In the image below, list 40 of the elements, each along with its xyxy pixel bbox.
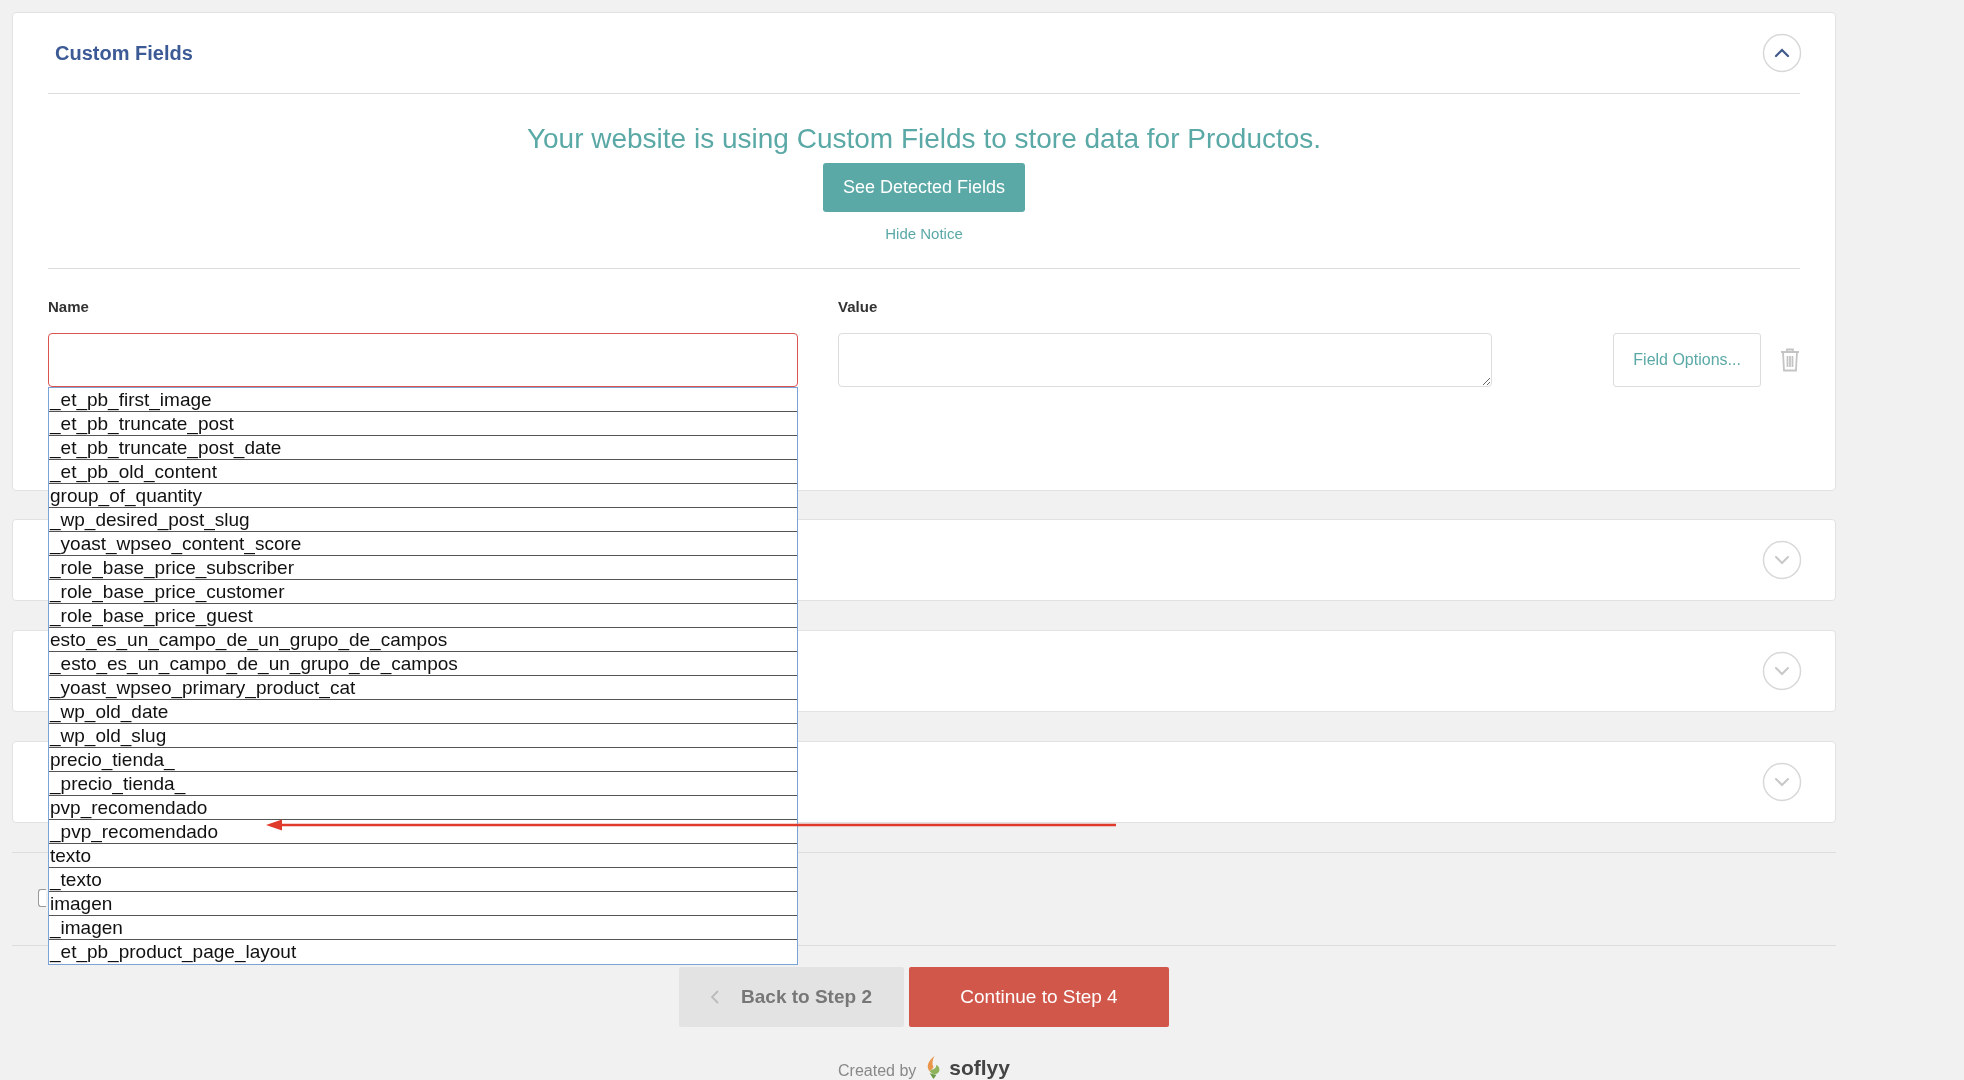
suggestion-item[interactable]: _esto_es_un_campo_de_un_grupo_de_campos: [50, 653, 458, 674]
chevron-down-icon[interactable]: [1762, 540, 1802, 580]
chevron-up-icon[interactable]: [1762, 33, 1802, 73]
chevron-down-icon[interactable]: [1762, 762, 1802, 802]
suggestion-item[interactable]: precio_tienda_: [50, 749, 175, 770]
value-label: Value: [838, 297, 879, 317]
suggestion-item[interactable]: _et_pb_product_page_layout: [50, 941, 297, 962]
panel-title: Custom Fields: [55, 41, 193, 65]
continue-button[interactable]: Continue to Step 4: [909, 967, 1169, 1027]
name-field[interactable]: [48, 333, 799, 387]
suggestion-item[interactable]: _yoast_wpseo_content_score: [50, 533, 302, 554]
suggestion-item[interactable]: pvp_recomendado: [50, 797, 208, 818]
suggestion-item[interactable]: _precio_tienda_: [50, 773, 186, 794]
suggestion-item[interactable]: _imagen: [50, 917, 123, 938]
chevron-down-icon[interactable]: [1762, 651, 1802, 691]
suggestion-item[interactable]: _pvp_recomendado: [50, 821, 218, 842]
suggestion-item[interactable]: _wp_desired_post_slug: [50, 509, 250, 530]
suggestion-item[interactable]: _wp_old_slug: [50, 725, 167, 746]
suggestion-item[interactable]: group_of_quantity: [50, 485, 203, 506]
suggestion-item[interactable]: _role_base_price_subscriber: [50, 557, 294, 578]
suggestion-item[interactable]: _et_pb_truncate_post: [50, 413, 234, 434]
name-label: Name: [48, 297, 90, 317]
suggestion-item[interactable]: imagen: [50, 893, 113, 914]
suggestion-item[interactable]: _role_base_price_guest: [50, 605, 253, 626]
suggestion-item[interactable]: _et_pb_truncate_post_date: [50, 437, 282, 458]
suggestion-item[interactable]: texto: [50, 845, 92, 866]
brand-name: soflyy: [949, 1056, 1010, 1080]
suggestion-item[interactable]: _et_pb_old_content: [50, 461, 217, 482]
suggestion-item[interactable]: _role_base_price_customer: [50, 581, 285, 602]
suggestion-item[interactable]: _yoast_wpseo_primary_product_cat: [50, 677, 356, 698]
value-field[interactable]: [838, 333, 1493, 387]
created-by-text: Created by: [838, 1062, 917, 1080]
suggestion-item[interactable]: esto_es_un_campo_de_un_grupo_de_campos: [50, 629, 448, 650]
chevron-left-icon: [711, 990, 720, 1004]
suggestion-item[interactable]: _texto: [50, 869, 102, 890]
suggestion-item[interactable]: _et_pb_first_image: [50, 389, 212, 410]
checkbox[interactable]: [38, 889, 46, 907]
trash-icon[interactable]: [1780, 348, 1800, 372]
suggestion-item[interactable]: _wp_old_date: [50, 701, 169, 722]
notice-message: Your website is using Custom Fields to store data for Productos.: [526, 122, 1322, 156]
